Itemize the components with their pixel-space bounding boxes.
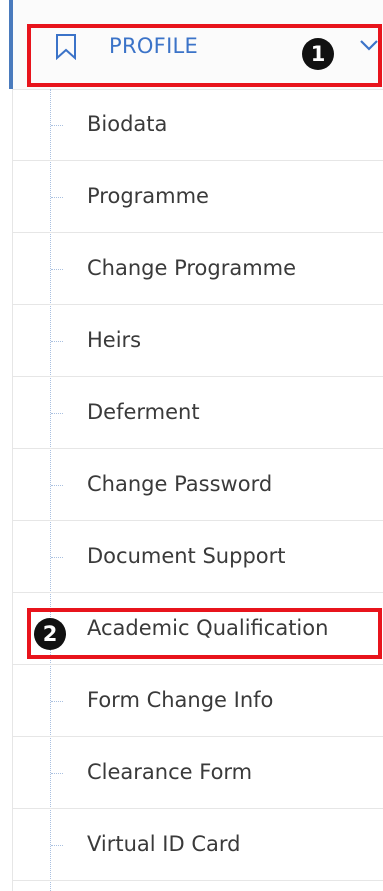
profile-menu-label: PROFILE (109, 34, 199, 58)
callout-badge-1: 1 (302, 38, 334, 70)
sidebar-menu: PROFILE Biodata Programme Change Programme… (0, 0, 383, 891)
tree-branch (51, 557, 63, 558)
menu-item-label: Document Support (87, 544, 286, 568)
menu-item-label: Change Programme (87, 256, 297, 280)
menu-item-heirs[interactable]: Heirs (13, 305, 383, 377)
menu-item-label: Clearance Form (87, 760, 253, 784)
menu-item-clearance-form[interactable]: Clearance Form (13, 737, 383, 809)
tree-branch (51, 701, 63, 702)
menu-item-label: Academic Qualification (87, 616, 329, 640)
menu-item-document-support[interactable]: Document Support (13, 521, 383, 593)
menu-item-label: Heirs (87, 328, 142, 352)
menu-item-change-password[interactable]: Change Password (13, 449, 383, 521)
menu-item-label: Change Password (87, 472, 273, 496)
menu-item-label: Deferment (87, 400, 200, 424)
menu-item-programme[interactable]: Programme (13, 161, 383, 233)
menu-item-biodata[interactable]: Biodata (13, 89, 383, 161)
menu-item-label: Programme (87, 184, 209, 208)
menu-item-label: Form Change Info (87, 688, 274, 712)
menu-item-form-change-info[interactable]: Form Change Info (13, 665, 383, 737)
tree-branch (51, 197, 63, 198)
menu-item-change-programme[interactable]: Change Programme (13, 233, 383, 305)
menu-item-label: Virtual ID Card (87, 832, 241, 856)
tree-branch (51, 773, 63, 774)
tree-branch (51, 125, 63, 126)
menu-item-label: Biodata (87, 112, 168, 136)
tree-branch (51, 413, 63, 414)
callout-badge-2: 2 (34, 618, 66, 650)
bookmark-icon (56, 34, 76, 60)
tree-branch (51, 269, 63, 270)
menu-item-academic-qualification[interactable]: Academic Qualification (13, 593, 383, 665)
menu-item-virtual-id-card[interactable]: Virtual ID Card (13, 809, 383, 881)
menu-item-deferment[interactable]: Deferment (13, 377, 383, 449)
tree-branch (51, 845, 63, 846)
tree-branch (51, 341, 63, 342)
chevron-down-icon[interactable] (358, 38, 380, 52)
tree-branch (51, 485, 63, 486)
